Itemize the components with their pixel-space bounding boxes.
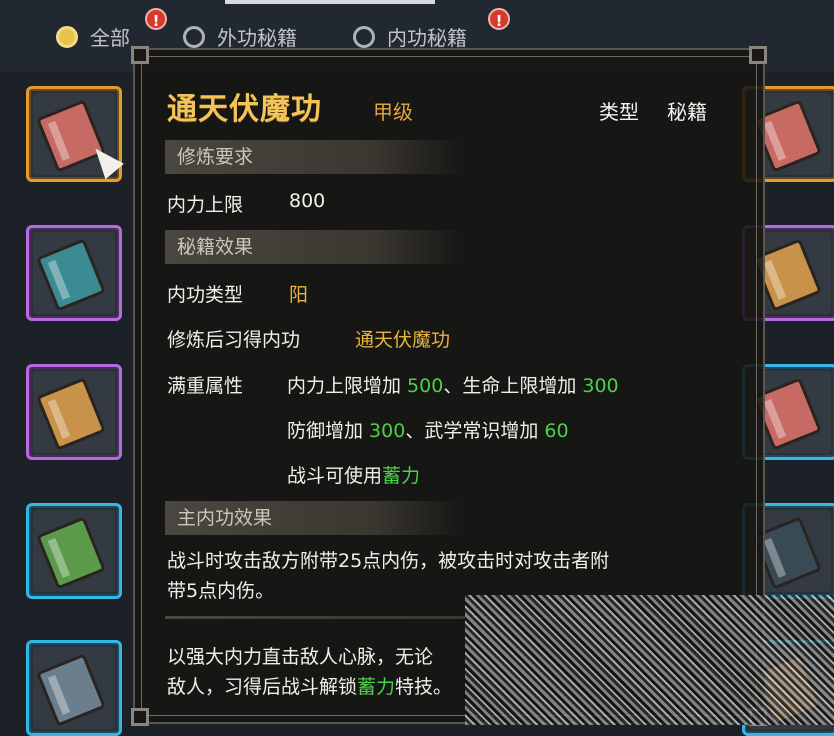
inventory-slot[interactable] xyxy=(26,86,124,182)
attr-label: 满重属性 xyxy=(167,375,244,397)
requirement-value: 800 xyxy=(289,190,326,212)
attr-line-2: 防御增加 300、武学常识增加 60 xyxy=(287,420,569,442)
filter-external-label: 外功秘籍 xyxy=(217,26,297,50)
requirement-label: 内力上限 xyxy=(167,194,244,216)
learn-label: 修炼后习得内功 xyxy=(167,329,301,351)
attr-line-1: 内力上限增加 500、生命上限增加 300 xyxy=(287,375,619,397)
learn-value: 通天伏魔功 xyxy=(355,329,451,351)
radio-selected-icon[interactable] xyxy=(56,25,78,48)
item-type-label: 类型 xyxy=(599,100,639,124)
inventory-slot[interactable] xyxy=(26,640,122,736)
corner-ornament-icon xyxy=(749,46,767,64)
corner-ornament-icon xyxy=(131,46,149,64)
filter-external-manuals[interactable]: 外功秘籍 xyxy=(183,22,297,51)
inventory-slot[interactable] xyxy=(26,503,122,599)
noise-overlay xyxy=(465,595,834,725)
corner-ornament-icon xyxy=(131,708,149,726)
description-text: 以强大内力直击敌人心脉，无论 敌人，习得后战斗解锁蓄力特技。 xyxy=(167,646,453,698)
radio-unselected-icon[interactable] xyxy=(183,25,205,48)
attr-line-3: 战斗可使用蓄力 xyxy=(287,465,421,487)
filter-all-label: 全部 xyxy=(90,26,130,50)
section-header-effects: 秘籍效果 xyxy=(165,230,465,264)
alert-badge-icon: ! xyxy=(488,8,510,30)
filter-internal-manuals[interactable]: 内功秘籍 xyxy=(353,22,467,51)
item-type-value: 秘籍 xyxy=(667,100,707,124)
alert-badge-icon: ! xyxy=(145,8,167,30)
neigong-type-label: 内功类型 xyxy=(167,284,244,306)
filter-all[interactable]: 全部 xyxy=(56,22,130,51)
item-grade: 甲级 xyxy=(373,100,413,124)
neigong-type-value: 阳 xyxy=(289,284,309,306)
inventory-slot[interactable] xyxy=(26,225,122,321)
inventory-slot[interactable] xyxy=(26,364,122,460)
top-strip xyxy=(225,0,435,4)
section-header-main-effect: 主内功效果 xyxy=(165,501,465,535)
radio-unselected-icon[interactable] xyxy=(353,25,375,48)
filter-internal-label: 内功秘籍 xyxy=(387,26,467,50)
item-name: 通天伏魔功 xyxy=(167,92,322,127)
section-header-requirements: 修炼要求 xyxy=(165,140,465,174)
